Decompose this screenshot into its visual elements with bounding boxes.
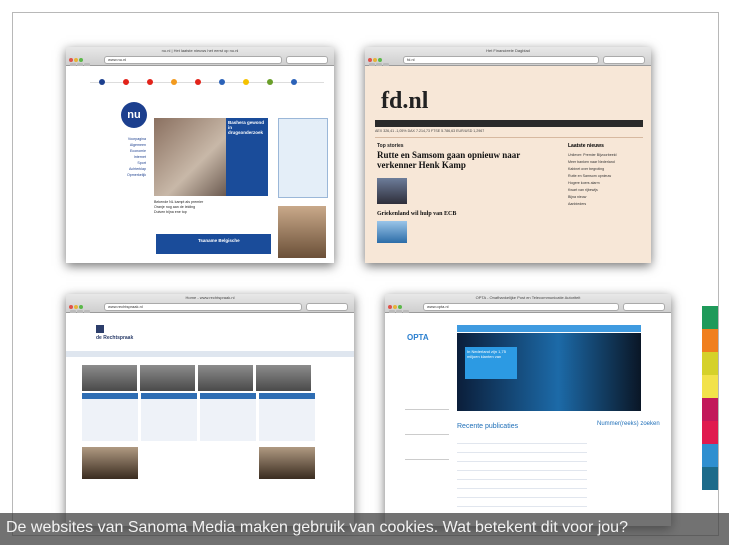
stripe-magenta xyxy=(702,398,718,421)
stripe-olive xyxy=(702,352,718,375)
window-title: Home - www.rechtspraak.nl xyxy=(185,295,235,300)
cookie-banner[interactable]: De websites van Sanoma Media maken gebru… xyxy=(0,513,729,545)
rechtspraak-logo[interactable]: de Rechtspraak xyxy=(96,335,133,341)
browser-chrome: Home - www.rechtspraak.nl www.rechtspraa… xyxy=(66,294,354,316)
content-pane xyxy=(82,399,138,441)
side-menu[interactable]: Voorpagina Algemeen Economie Internet Sp… xyxy=(116,136,146,178)
section-title: Top stories xyxy=(377,143,404,149)
nu-logo[interactable]: nu xyxy=(121,102,147,128)
nav-buttons[interactable] xyxy=(70,56,100,69)
hero-headline[interactable]: Bashera gewond in drugsonderzoek xyxy=(226,118,268,196)
stripe-orange xyxy=(702,329,718,352)
stripe-green xyxy=(702,306,718,329)
weather-widget[interactable] xyxy=(278,118,328,198)
section-nav[interactable] xyxy=(90,72,324,85)
market-ticker: AEX 326,41 -1,05% DAX 7.214,73 FTSE 5.78… xyxy=(375,129,643,138)
browser-chrome: nu.nl | Het laatste nieuws het eerst op … xyxy=(66,47,334,69)
rechtspraak-emblem-icon xyxy=(96,325,104,333)
photo-strip[interactable] xyxy=(82,365,317,391)
recent-publications-title: Recente publicaties xyxy=(457,423,519,430)
color-stripe xyxy=(702,306,718,490)
screenshot-rechtspraak: Home - www.rechtspraak.nl www.rechtspraa… xyxy=(66,294,354,526)
nav-buttons[interactable] xyxy=(389,303,419,316)
browser-search-field[interactable] xyxy=(286,56,328,64)
address-bar[interactable]: fd.nl xyxy=(403,56,599,64)
news-list[interactable]: Bekende NL kampt als premier Oranje nog … xyxy=(154,200,269,215)
browser-search-field[interactable] xyxy=(306,303,348,311)
browser-search-field[interactable] xyxy=(603,56,645,64)
content-pane xyxy=(141,399,197,441)
side-boxes[interactable] xyxy=(405,409,449,484)
promo-banner[interactable]: Tsaname Belgische xyxy=(156,234,271,254)
fd-logo[interactable]: fd.nl xyxy=(381,88,428,115)
site-nav[interactable] xyxy=(457,325,641,332)
sidebar-title: Laatste nieuws xyxy=(568,143,604,149)
news-photo[interactable] xyxy=(259,447,315,479)
browser-chrome: Het Financieele Dagblad fd.nl xyxy=(365,47,651,69)
opta-logo[interactable]: OPTA xyxy=(407,333,429,342)
address-bar[interactable]: www.rechtspraak.nl xyxy=(104,303,302,311)
screenshot-fd: Het Financieele Dagblad fd.nl fd.nl AEX … xyxy=(365,47,651,263)
site-nav[interactable] xyxy=(66,351,354,357)
secondary-photo[interactable] xyxy=(377,221,407,243)
browser-search-field[interactable] xyxy=(623,303,665,311)
headline-photo[interactable] xyxy=(377,178,407,204)
site-header: de Rechtspraak xyxy=(66,321,354,351)
browser-chrome: OPTA - Onafhankelijke Post en Telecommun… xyxy=(385,294,671,316)
cookie-banner-text[interactable]: De websites van Sanoma Media maken gebru… xyxy=(6,519,628,537)
headline-main[interactable]: Rutte en Samsom gaan opnieuw naar verken… xyxy=(377,150,527,170)
number-search-title: Nummer(reeks) zoeken xyxy=(597,421,660,427)
section-navbar[interactable] xyxy=(375,120,643,127)
headline-secondary[interactable]: Griekenland wil hulp van ECB xyxy=(377,211,527,217)
content-pane xyxy=(259,399,315,441)
stripe-teal xyxy=(702,467,718,490)
screenshot-opta: OPTA - Onafhankelijke Post en Telecommun… xyxy=(385,294,671,526)
nav-buttons[interactable] xyxy=(369,56,399,69)
banner-text[interactable]: In Nederland zijn 1,75 miljoen klanten v… xyxy=(465,347,517,379)
nav-buttons[interactable] xyxy=(70,303,100,316)
hero-photo[interactable] xyxy=(154,118,226,196)
window-title: Het Financieele Dagblad xyxy=(486,48,530,53)
stripe-yellow xyxy=(702,375,718,398)
window-title: OPTA - Onafhankelijke Post en Telecommun… xyxy=(475,295,581,300)
window-title: nu.nl | Het laatste nieuws het eerst op … xyxy=(161,48,239,53)
content-pane xyxy=(200,399,256,441)
stripe-blue xyxy=(702,444,718,467)
address-bar[interactable]: www.opta.nl xyxy=(423,303,619,311)
news-photo[interactable] xyxy=(82,447,138,479)
stripe-red xyxy=(702,421,718,444)
screenshot-nu: nu.nl | Het laatste nieuws het eerst op … xyxy=(66,47,334,263)
publication-list[interactable] xyxy=(457,435,587,507)
side-photo[interactable] xyxy=(278,206,326,258)
slide-frame: nu.nl | Het laatste nieuws het eerst op … xyxy=(12,12,719,536)
latest-news-list[interactable]: Unilever: Premier Bijvoorbeeld Meer bank… xyxy=(568,152,636,208)
address-bar[interactable]: www.nu.nl xyxy=(104,56,282,64)
